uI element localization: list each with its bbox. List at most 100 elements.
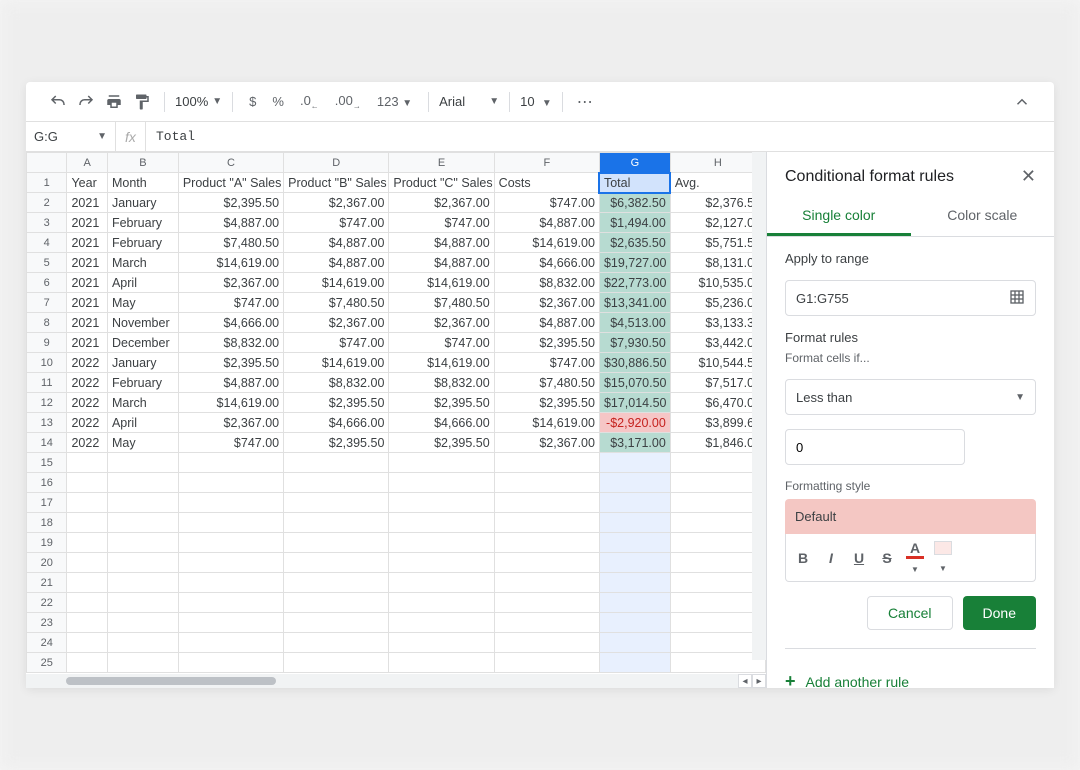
cell-D23[interactable] [284,613,389,633]
cell-B22[interactable] [107,593,178,613]
cell-G1[interactable]: Total [599,173,670,193]
cell-E17[interactable] [389,493,494,513]
row-header-15[interactable]: 15 [27,453,67,473]
cell-D7[interactable]: $7,480.50 [284,293,389,313]
cell-D2[interactable]: $2,367.00 [284,193,389,213]
cell-F14[interactable]: $2,367.00 [494,433,599,453]
spreadsheet-grid[interactable]: ABCDEFGH1YearMonthProduct "A" SalesProdu… [26,152,766,673]
close-icon[interactable]: ✕ [1021,166,1036,187]
cell-D22[interactable] [284,593,389,613]
scroll-right-icon[interactable]: ▸ [752,674,766,688]
cell-E10[interactable]: $14,619.00 [389,353,494,373]
cell-C7[interactable]: $747.00 [178,293,283,313]
row-header-17[interactable]: 17 [27,493,67,513]
cell-F24[interactable] [494,633,599,653]
cell-D16[interactable] [284,473,389,493]
cell-B16[interactable] [107,473,178,493]
cell-G2[interactable]: $6,382.50 [599,193,670,213]
row-header-12[interactable]: 12 [27,393,67,413]
cell-B6[interactable]: April [107,273,178,293]
cell-E19[interactable] [389,533,494,553]
cell-B7[interactable]: May [107,293,178,313]
cell-D20[interactable] [284,553,389,573]
cell-C5[interactable]: $14,619.00 [178,253,283,273]
cell-F2[interactable]: $747.00 [494,193,599,213]
cell-A5[interactable]: 2021 [67,253,107,273]
vertical-scrollbar[interactable] [752,152,766,660]
cell-A14[interactable]: 2022 [67,433,107,453]
cell-G8[interactable]: $4,513.00 [599,313,670,333]
cell-F9[interactable]: $2,395.50 [494,333,599,353]
cell-F13[interactable]: $14,619.00 [494,413,599,433]
cell-G25[interactable] [599,653,670,673]
cell-A21[interactable] [67,573,107,593]
cell-E13[interactable]: $4,666.00 [389,413,494,433]
cell-A12[interactable]: 2022 [67,393,107,413]
cell-F22[interactable] [494,593,599,613]
tab-single-color[interactable]: Single color [767,197,911,236]
row-header-18[interactable]: 18 [27,513,67,533]
cell-C13[interactable]: $2,367.00 [178,413,283,433]
cell-C17[interactable] [178,493,283,513]
cell-G4[interactable]: $2,635.50 [599,233,670,253]
cell-B18[interactable] [107,513,178,533]
cell-C10[interactable]: $2,395.50 [178,353,283,373]
more-toolbar-icon[interactable]: ⋯ [573,90,597,114]
cell-D19[interactable] [284,533,389,553]
number-format-select[interactable]: 123 ▼ [371,94,418,109]
cell-B9[interactable]: December [107,333,178,353]
cell-B19[interactable] [107,533,178,553]
row-header-16[interactable]: 16 [27,473,67,493]
cell-E9[interactable]: $747.00 [389,333,494,353]
cell-C8[interactable]: $4,666.00 [178,313,283,333]
cell-E7[interactable]: $7,480.50 [389,293,494,313]
cell-A20[interactable] [67,553,107,573]
cell-F4[interactable]: $14,619.00 [494,233,599,253]
increase-decimal-button[interactable]: .00→ [329,93,367,111]
cell-C22[interactable] [178,593,283,613]
cell-E8[interactable]: $2,367.00 [389,313,494,333]
cell-B14[interactable]: May [107,433,178,453]
cell-E14[interactable]: $2,395.50 [389,433,494,453]
decrease-decimal-button[interactable]: .0← [294,93,325,111]
corner-cell[interactable] [27,153,67,173]
cell-E20[interactable] [389,553,494,573]
cell-F23[interactable] [494,613,599,633]
cell-A9[interactable]: 2021 [67,333,107,353]
bold-button[interactable]: B [794,550,812,566]
cell-F25[interactable] [494,653,599,673]
cell-B12[interactable]: March [107,393,178,413]
tab-color-scale[interactable]: Color scale [911,197,1055,236]
row-header-13[interactable]: 13 [27,413,67,433]
grid-select-icon[interactable] [1009,289,1025,308]
cell-D9[interactable]: $747.00 [284,333,389,353]
cell-C3[interactable]: $4,887.00 [178,213,283,233]
cell-E2[interactable]: $2,367.00 [389,193,494,213]
cell-G17[interactable] [599,493,670,513]
cell-D21[interactable] [284,573,389,593]
cell-D25[interactable] [284,653,389,673]
cell-A13[interactable]: 2022 [67,413,107,433]
cell-A23[interactable] [67,613,107,633]
cell-D12[interactable]: $2,395.50 [284,393,389,413]
cell-B15[interactable] [107,453,178,473]
cell-B24[interactable] [107,633,178,653]
cell-A18[interactable] [67,513,107,533]
cell-F11[interactable]: $7,480.50 [494,373,599,393]
row-header-19[interactable]: 19 [27,533,67,553]
italic-button[interactable]: I [822,550,840,566]
cell-A11[interactable]: 2022 [67,373,107,393]
row-header-24[interactable]: 24 [27,633,67,653]
formula-bar[interactable]: Total [146,129,1054,144]
cell-B4[interactable]: February [107,233,178,253]
text-color-button[interactable]: A ▼ [906,540,924,575]
cell-E16[interactable] [389,473,494,493]
cell-D14[interactable]: $2,395.50 [284,433,389,453]
cell-C15[interactable] [178,453,283,473]
cell-E21[interactable] [389,573,494,593]
cell-F16[interactable] [494,473,599,493]
cell-E1[interactable]: Product "C" Sales [389,173,494,193]
cell-E5[interactable]: $4,887.00 [389,253,494,273]
col-header-E[interactable]: E [389,153,494,173]
cell-G9[interactable]: $7,930.50 [599,333,670,353]
